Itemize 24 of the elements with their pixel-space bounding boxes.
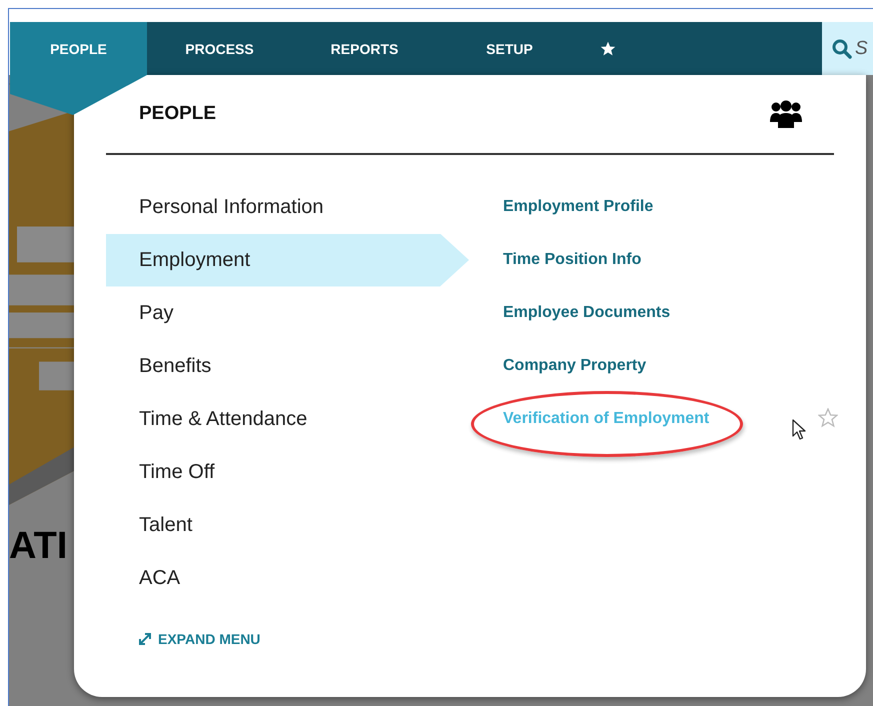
star-icon[interactable] (818, 408, 838, 428)
menu-category[interactable]: ACA (106, 552, 440, 604)
search-field[interactable]: S (855, 38, 873, 60)
menu-category[interactable]: Personal Information (106, 180, 440, 234)
menu-category[interactable]: Benefits (106, 340, 440, 392)
menu-category[interactable]: Employment (106, 234, 469, 286)
menu-link[interactable]: Employment Profile (503, 198, 654, 216)
menu-link[interactable]: Employee Documents (503, 304, 670, 322)
nav-tab[interactable]: PROCESS (147, 22, 292, 75)
menu-link[interactable]: Time Position Info (503, 251, 642, 269)
menu-link[interactable]: Company Property (503, 357, 646, 375)
mouse-cursor-icon (792, 418, 806, 440)
star-icon (600, 40, 616, 56)
menu-category[interactable]: Time Off (106, 446, 440, 498)
nav-tab[interactable]: SETUP (437, 22, 582, 75)
nav-tab[interactable]: REPORTS (292, 22, 437, 75)
expand-arrows-icon (139, 632, 151, 644)
menu-category[interactable]: Talent (106, 498, 440, 552)
menu-category[interactable]: Pay (106, 286, 440, 340)
search-icon (832, 38, 852, 58)
expand-menu-button[interactable]: EXPAND MENU (139, 630, 260, 646)
menu-category[interactable]: Time & Attendance (106, 392, 440, 446)
people-group-icon (770, 100, 802, 128)
page-heading: ATI (9, 525, 68, 568)
